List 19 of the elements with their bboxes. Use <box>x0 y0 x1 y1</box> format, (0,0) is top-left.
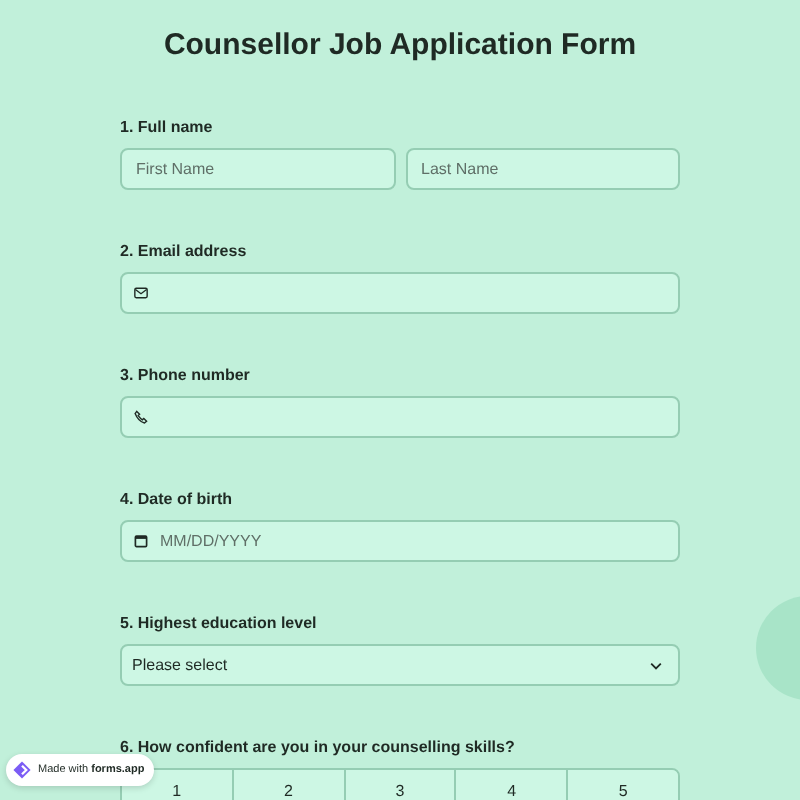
logo-icon <box>12 760 32 780</box>
input-field[interactable]: First Name <box>120 148 395 190</box>
question-label: 1. Full name <box>120 118 215 136</box>
input-field[interactable]: Last Name <box>405 148 680 190</box>
scale-option[interactable]: 2 <box>231 770 344 800</box>
question-label: 4. Date of birth <box>120 490 235 508</box>
scale-option[interactable]: 5 <box>566 770 678 800</box>
select-dropdown[interactable]: Please select <box>120 644 680 686</box>
question-label: 3. Phone number <box>120 366 252 384</box>
chevron-down-icon <box>650 661 662 669</box>
input-field[interactable] <box>120 396 680 438</box>
question-label: 2. Email address <box>120 242 249 260</box>
scale-option[interactable]: 4 <box>454 770 567 800</box>
question-label: 5. Highest education level <box>120 614 319 632</box>
form-title: Counsellor Job Application Form <box>161 26 639 62</box>
input-field[interactable]: MM/DD/YYYY <box>120 520 680 562</box>
scale-option[interactable]: 3 <box>343 770 455 800</box>
input-field[interactable] <box>120 272 680 314</box>
question-label: 6. How confident are you in your counselling skills? <box>120 738 517 756</box>
